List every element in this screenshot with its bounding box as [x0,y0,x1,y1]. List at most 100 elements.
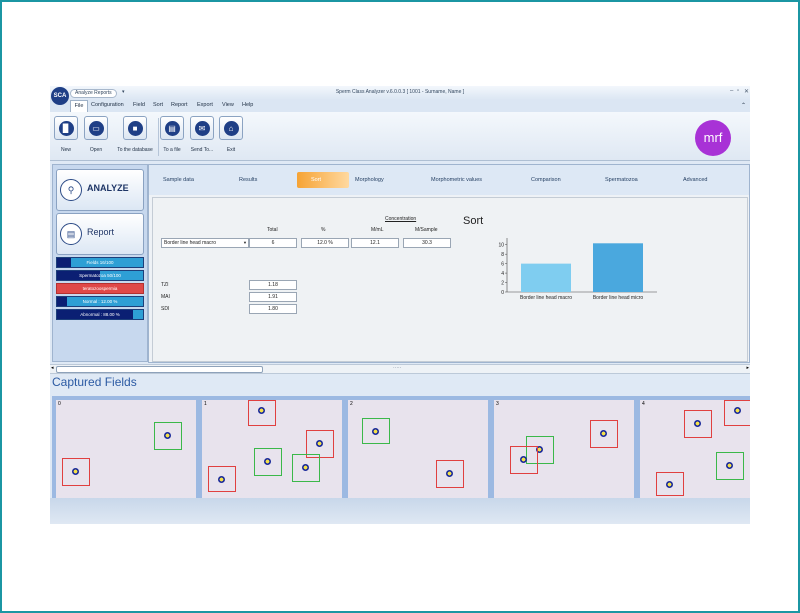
microscope-icon: ⚲ [60,179,82,201]
sort-category-value: Border line head macro [164,240,216,246]
chart-title: Sort [463,215,484,227]
new-button[interactable]: ▉ New [54,116,78,153]
sort-panel: Concentration Total % M/mL M/Sample Bord… [152,197,748,362]
abnormal-cell-box[interactable] [510,446,538,474]
abnormal-cell-box[interactable] [248,400,276,426]
maximize-icon[interactable]: ▫ [737,88,739,94]
to-file-button[interactable]: ▤ To a file [160,116,184,153]
analyze-label: ANALYZE [87,183,129,193]
menu-report[interactable]: Report [171,102,188,108]
to-file-label: To a file [163,147,181,153]
normal-cell-box[interactable] [362,418,390,444]
resize-grip[interactable]: ····· [393,365,401,371]
left-panel: ⚲ ANALYZE ▤ Report Fields 16/100 Spermat… [52,164,148,362]
open-folder-icon: ▭ [88,120,104,136]
abnormal-cell-box[interactable] [62,458,90,486]
title-bar: Analyze Reports ▾ Sperm Class Analyzer v… [50,86,750,100]
menu-view[interactable]: View [222,102,234,108]
exit-label: Exit [226,147,236,153]
abnormal-cell-box[interactable] [684,410,712,438]
save-disk-icon: ■ [127,120,143,136]
y-tick-label: 4 [501,271,504,277]
col-m-sample: M/Sample [415,227,438,233]
tab-advanced[interactable]: Advanced [683,177,707,183]
captured-field-2[interactable]: 2 [344,396,492,502]
menu-help[interactable]: Help [242,102,253,108]
col-m-ml: M/mL [371,227,384,233]
sort-bar-chart: 10 8 6 4 2 0 Border line head macro Border line… [498,238,657,301]
sort-category-select[interactable]: Border line head macro ▼ [161,238,249,248]
menu-file[interactable]: File [70,100,88,112]
analyze-button[interactable]: ⚲ ANALYZE [56,169,144,211]
new-label: New [60,147,71,153]
brand-logo: mrf [695,120,731,156]
app-window: Analyze Reports ▾ Sperm Class Analyzer v… [50,86,750,524]
tab-bar: Sample data Results Sort Morphology Morp… [149,165,749,195]
y-tick-label: 6 [501,261,504,267]
menu-configuration[interactable]: Configuration [91,102,124,108]
field-number: 3 [496,401,499,407]
tab-sample-data[interactable]: Sample data [163,177,194,183]
field-number: 1 [204,401,207,407]
percent-value: 12.0 % [301,238,349,248]
field-number: 2 [350,401,353,407]
bottom-status-band [50,498,750,524]
collapse-ribbon-icon[interactable]: ⌃ [741,102,746,109]
tab-morphometric-values[interactable]: Morphometric values [431,177,482,183]
scrollbar-thumb[interactable] [56,366,263,373]
abnormal-cell-box[interactable] [656,472,684,496]
exit-button[interactable]: ⌂ Exit [219,116,243,153]
captured-field-0[interactable]: 0 [52,396,200,502]
report-button[interactable]: ▤ Report [56,213,144,255]
tab-results[interactable]: Results [239,177,257,183]
to-database-button[interactable]: ■ To the database [113,116,157,153]
captured-field-3[interactable]: 3 [490,396,638,502]
normal-cell-box[interactable] [716,452,744,480]
menu-field[interactable]: Field [133,102,145,108]
total-value: 6 [249,238,297,248]
open-button[interactable]: ▭ Open [83,116,109,153]
open-label: Open [89,147,103,153]
chevron-down-icon: ▼ [243,240,247,245]
tzi-label: TZI [161,282,169,288]
horizontal-scrollbar[interactable]: ◂ ····· ▸ [50,364,750,374]
close-icon[interactable]: ✕ [744,88,749,95]
save-file-icon: ▤ [164,120,180,136]
abnormal-cell-box[interactable] [436,460,464,488]
captured-field-1[interactable]: 1 [198,396,346,502]
send-mail-icon: ✉ [194,120,210,136]
app-logo: SCA [51,87,69,105]
report-document-icon: ▤ [60,223,82,245]
captured-field-4[interactable]: 4 [636,396,750,502]
main-content: Sample data Results Sort Morphology Morp… [148,164,750,363]
fields-progress-bar: Fields 16/100 [56,257,144,268]
abnormal-cell-box[interactable] [724,400,750,426]
minimize-icon[interactable]: – [730,88,733,94]
menu-sort[interactable]: Sort [153,102,163,108]
tzi-value: 1.18 [249,280,297,290]
ribbon: ▉ New ▭ Open ■ To the database ▤ To a fi… [50,112,750,161]
scroll-left-icon[interactable]: ◂ [51,365,54,371]
send-to-button[interactable]: ✉ Send To... [189,116,215,153]
diagnosis-status-bar: teratozoospermia [56,283,144,294]
scroll-right-icon[interactable]: ▸ [746,365,749,371]
abnormal-cell-box[interactable] [590,420,618,448]
normal-cell-box[interactable] [154,422,182,450]
concentration-header: Concentration [385,216,417,222]
tab-comparison[interactable]: Comparison [531,177,561,183]
m-ml-value: 12.1 [351,238,399,248]
y-tick-label: 2 [501,280,504,286]
abnormal-cell-box[interactable] [208,466,236,492]
normal-cell-box[interactable] [254,448,282,476]
field-number: 0 [58,401,61,407]
tab-morphology[interactable]: Morphology [355,177,384,183]
send-to-label: Send To... [190,147,214,153]
menu-bar: File Configuration Field Sort Report Exp… [50,100,750,112]
normal-cell-box[interactable] [292,454,320,482]
tab-spermatozoa[interactable]: Spermatozoa [605,177,638,183]
menu-export[interactable]: Export [197,102,213,108]
sdi-value: 1.80 [249,304,297,314]
bar-micro [593,243,643,292]
col-percent: % [321,227,326,233]
tab-sort[interactable]: Sort [297,172,350,188]
